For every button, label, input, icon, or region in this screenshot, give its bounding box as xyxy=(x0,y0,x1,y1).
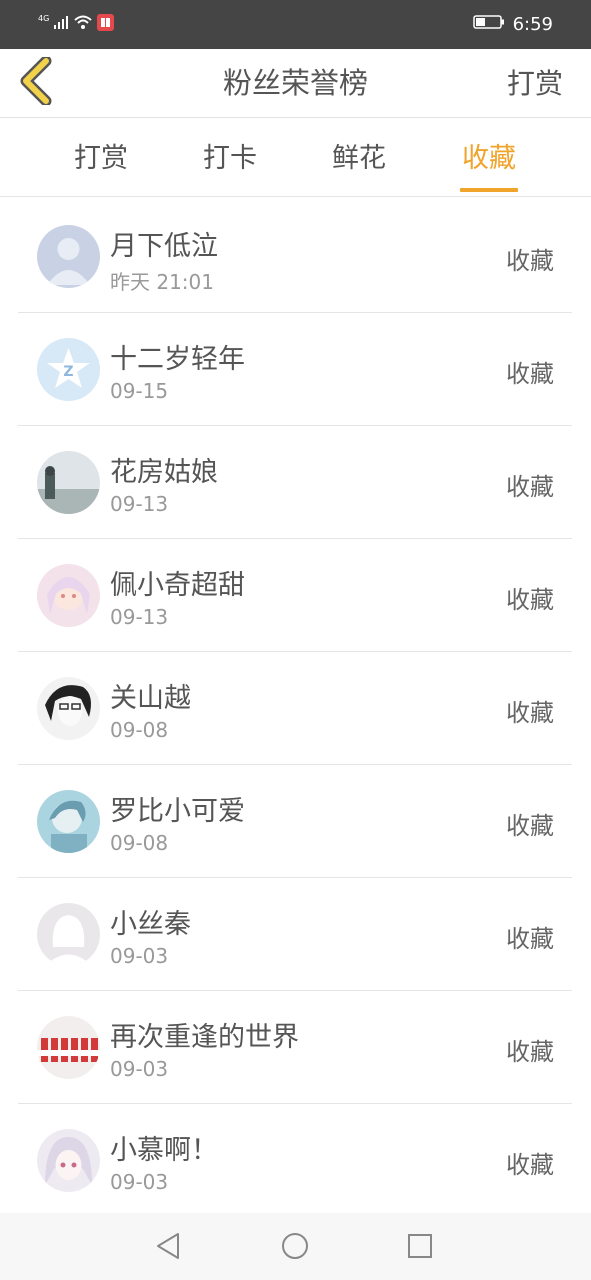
list-item[interactable]: 小慕啊！ 09-03 收藏 xyxy=(18,1104,572,1213)
illustration-avatar xyxy=(37,790,100,853)
active-tab-indicator xyxy=(460,188,518,192)
tab-bar: 打赏 打卡 鲜花 收藏 xyxy=(0,119,591,197)
user-name: 月下低泣 xyxy=(110,231,218,262)
group-photo-avatar xyxy=(37,1016,100,1079)
user-name: 小慕啊！ xyxy=(110,1135,218,1166)
notification-app-icon xyxy=(97,13,115,35)
action-label: 收藏 xyxy=(506,1151,554,1179)
favorite-date: 09-03 xyxy=(110,1170,169,1194)
home-circle-icon[interactable] xyxy=(278,1229,312,1263)
battery-icon xyxy=(472,14,505,34)
favorite-date: 09-03 xyxy=(110,1057,169,1081)
status-bar-left: 4G xyxy=(38,12,115,36)
user-name: 佩小奇超甜 xyxy=(110,570,245,601)
action-label: 收藏 xyxy=(506,699,554,727)
page-title: 粉丝荣誉榜 xyxy=(222,66,368,100)
recents-square-icon[interactable] xyxy=(403,1229,437,1263)
user-name: 关山越 xyxy=(110,683,191,714)
sketch-avatar xyxy=(37,677,100,740)
favorites-list: 月下低泣 昨天 21:01 收藏 Z 十二岁轻年 09-15 收藏 花房姑娘 0… xyxy=(0,200,591,1213)
user-name: 十二岁轻年 xyxy=(110,344,245,375)
wifi-icon xyxy=(73,14,93,34)
list-item[interactable]: 再次重逢的世界 09-03 收藏 xyxy=(18,991,572,1104)
anime-avatar xyxy=(37,564,100,627)
action-label: 收藏 xyxy=(506,812,554,840)
tab-favorites-label: 收藏 xyxy=(462,143,516,174)
favorite-date: 09-08 xyxy=(110,718,169,742)
signal-icon xyxy=(53,14,69,34)
status-bar-right: 6:59 xyxy=(472,12,553,36)
tab-reward[interactable]: 打赏 xyxy=(51,119,151,197)
user-name: 再次重逢的世界 xyxy=(110,1022,299,1053)
anime-girl-avatar xyxy=(37,1129,100,1192)
favorite-date: 09-08 xyxy=(110,831,169,855)
user-name: 花房姑娘 xyxy=(110,457,218,488)
list-item[interactable]: 关山越 09-08 收藏 xyxy=(18,652,572,765)
list-item[interactable]: 佩小奇超甜 09-13 收藏 xyxy=(18,539,572,652)
back-button[interactable] xyxy=(14,55,58,109)
reward-button[interactable]: 打赏 xyxy=(507,49,563,118)
action-label: 收藏 xyxy=(506,247,554,275)
svg-text:Z: Z xyxy=(63,364,73,380)
list-item[interactable]: 月下低泣 昨天 21:01 收藏 xyxy=(18,200,572,313)
status-bar: 4G 6:59 xyxy=(0,0,591,49)
favorite-date: 09-13 xyxy=(110,605,169,629)
action-label: 收藏 xyxy=(506,1038,554,1066)
list-item[interactable]: 花房姑娘 09-13 收藏 xyxy=(18,426,572,539)
photo-avatar xyxy=(37,451,100,514)
female-silhouette-avatar xyxy=(37,903,100,966)
list-item[interactable]: Z 十二岁轻年 09-15 收藏 xyxy=(18,313,572,426)
user-name: 小丝秦 xyxy=(110,909,191,940)
tab-flowers[interactable]: 鲜花 xyxy=(309,119,409,197)
back-triangle-icon[interactable] xyxy=(151,1229,185,1263)
default-avatar-icon xyxy=(37,225,100,288)
tab-favorites[interactable]: 收藏 xyxy=(439,119,539,197)
favorite-date: 昨天 21:01 xyxy=(110,270,214,294)
favorite-date: 09-13 xyxy=(110,492,169,516)
action-label: 收藏 xyxy=(506,925,554,953)
action-label: 收藏 xyxy=(506,586,554,614)
chevron-left-icon xyxy=(19,55,53,109)
network-type: 4G xyxy=(38,14,50,23)
system-nav-bar xyxy=(0,1213,591,1280)
action-label: 收藏 xyxy=(506,360,554,388)
qzone-avatar-icon: Z xyxy=(37,338,100,401)
action-label: 收藏 xyxy=(506,473,554,501)
user-name: 罗比小可爱 xyxy=(110,796,245,827)
list-item[interactable]: 小丝秦 09-03 收藏 xyxy=(18,878,572,991)
status-time: 6:59 xyxy=(512,13,553,35)
favorite-date: 09-03 xyxy=(110,944,169,968)
list-item[interactable]: 罗比小可爱 09-08 收藏 xyxy=(18,765,572,878)
app-header: 粉丝荣誉榜 打赏 xyxy=(0,49,591,118)
tab-checkin[interactable]: 打卡 xyxy=(180,119,280,197)
favorite-date: 09-15 xyxy=(110,379,169,403)
